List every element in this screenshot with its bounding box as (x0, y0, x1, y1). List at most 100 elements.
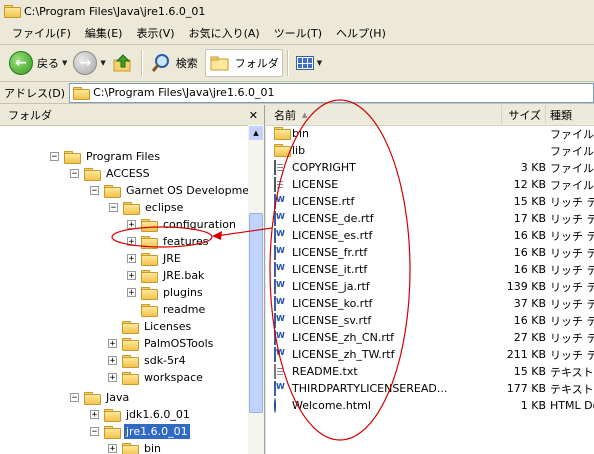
file-row[interactable]: LICENSE 12 KB ファイル (266, 176, 594, 193)
collapse-icon[interactable]: − (90, 427, 99, 437)
expand-icon[interactable]: + (127, 271, 136, 281)
tree-item-features[interactable]: + features (127, 233, 210, 250)
tree-item-readme[interactable]: readme (141, 301, 207, 318)
column-header-name[interactable]: 名前 ▲ (266, 105, 502, 124)
rtf-document-icon (274, 313, 276, 328)
expand-icon[interactable]: + (127, 237, 136, 247)
menu-favorites[interactable]: お気に入り(A) (183, 25, 266, 41)
collapse-icon[interactable]: − (109, 203, 118, 213)
chevron-down-icon[interactable]: ▼ (62, 59, 67, 67)
expand-icon[interactable]: + (108, 339, 117, 349)
file-row[interactable]: LICENSE_it.rtf 16 KB リッチ テキ (266, 261, 594, 278)
tree-item-licenses[interactable]: Licenses (122, 318, 193, 335)
tree-item-program-files[interactable]: − Program Files (50, 148, 162, 165)
collapse-icon[interactable]: − (50, 152, 59, 162)
expand-icon[interactable]: + (108, 373, 117, 383)
file-row[interactable]: LICENSE_zh_CN.rtf 27 KB リッチ テキ (266, 329, 594, 346)
folder-tree-pane: フォルダ ✕ − Program Files − ACCESS − Garnet… (0, 105, 265, 454)
folder-icon (122, 337, 139, 351)
file-row[interactable]: LICENSE_fr.rtf 16 KB リッチ テキ (266, 244, 594, 261)
up-folder-button[interactable] (109, 49, 137, 77)
expand-icon[interactable]: + (127, 288, 136, 298)
column-header-size[interactable]: サイズ (502, 105, 546, 124)
forward-arrow-icon: → (73, 51, 98, 75)
folder-icon (274, 127, 291, 140)
menu-tools[interactable]: ツール(T) (268, 25, 328, 41)
folder-icon (122, 442, 139, 454)
tree-item-eclipse[interactable]: − eclipse (109, 199, 185, 216)
file-row[interactable]: LICENSE_ja.rtf 139 KB リッチ テキ (266, 278, 594, 295)
tree-item-java[interactable]: − Java (70, 389, 131, 406)
address-input[interactable]: C:\Program Files\Java\jre1.6.0_01 (69, 82, 594, 103)
expand-icon[interactable]: + (90, 410, 99, 420)
file-size: 177 KB (506, 382, 546, 395)
folder-icon (84, 391, 101, 405)
menu-edit[interactable]: 編集(E) (79, 25, 129, 41)
file-row[interactable]: LICENSE.rtf 15 KB リッチ テキ (266, 193, 594, 210)
file-row[interactable]: LICENSE_ko.rtf 37 KB リッチ テキ (266, 295, 594, 312)
file-type: リッチ テキ (550, 314, 594, 328)
address-value[interactable]: C:\Program Files\Java\jre1.6.0_01 (93, 86, 274, 99)
tree-item-jdk[interactable]: + jdk1.6.0_01 (90, 406, 192, 423)
tree-item-workspace[interactable]: + workspace (108, 369, 205, 386)
file-size: 12 KB (513, 178, 546, 191)
file-type: ファイル フ (550, 144, 594, 158)
file-row[interactable]: LICENSE_sv.rtf 16 KB リッチ テキ (266, 312, 594, 329)
file-name: Welcome.html (292, 399, 371, 412)
expand-icon[interactable]: + (108, 356, 117, 366)
file-row[interactable]: bin ファイル フ (266, 125, 594, 142)
chevron-down-icon[interactable]: ▼ (317, 59, 322, 67)
tree-item-palmostools[interactable]: + PalmOSTools (108, 335, 215, 352)
column-name-label: 名前 (274, 108, 296, 122)
tree-item-label: eclipse (145, 201, 184, 214)
tree-item-jre[interactable]: + JRE (127, 250, 183, 267)
file-row[interactable]: Welcome.html 1 KB HTML Do (266, 397, 594, 414)
file-name: LICENSE_ja.rtf (292, 280, 370, 293)
column-header-type[interactable]: 種類 (546, 105, 594, 124)
folders-button[interactable]: フォルダ (204, 49, 283, 77)
column-size-label: サイズ (508, 108, 541, 122)
tree-item-access[interactable]: − ACCESS (70, 165, 152, 182)
folder-icon (4, 5, 21, 18)
tree-item-configuration[interactable]: + configuration (127, 216, 238, 233)
toolbar: ← 戻る ▼ → ▼ 検索 フォルダ ▼ (0, 45, 594, 82)
file-row[interactable]: LICENSE_es.rtf 16 KB リッチ テキ (266, 227, 594, 244)
folder-pane-title: フォルダ (8, 109, 52, 122)
menu-file[interactable]: ファイル(F) (6, 25, 77, 41)
file-type: テキストフ (550, 382, 594, 396)
collapse-icon[interactable]: − (90, 186, 99, 196)
menu-view[interactable]: 表示(V) (130, 25, 180, 41)
expand-icon[interactable]: + (127, 220, 136, 230)
column-type-label: 種類 (550, 108, 572, 122)
expand-icon[interactable]: + (127, 254, 136, 264)
scrollbar-thumb[interactable] (249, 213, 263, 413)
tree-item-sdk-5r4[interactable]: + sdk-5r4 (108, 352, 188, 369)
tree-item-plugins[interactable]: + plugins (127, 284, 205, 301)
expand-icon[interactable]: + (108, 444, 117, 454)
file-name: LICENSE.rtf (292, 195, 355, 208)
tree-item-jre-bak[interactable]: + JRE.bak (127, 267, 206, 284)
forward-button[interactable]: → ▼ (70, 49, 108, 77)
chevron-down-icon[interactable]: ▼ (100, 59, 105, 67)
collapse-icon[interactable]: − (70, 169, 79, 179)
file-row[interactable]: THIRDPARTYLICENSEREAD... 177 KB テキストフ (266, 380, 594, 397)
file-row[interactable]: LICENSE_de.rtf 17 KB リッチ テキ (266, 210, 594, 227)
file-row[interactable]: lib ファイル フ (266, 142, 594, 159)
search-button[interactable]: 検索 (147, 49, 201, 77)
tree-item-jre1-6-0-01[interactable]: − jre1.6.0_01 (90, 423, 191, 440)
back-button[interactable]: ← 戻る ▼ (6, 49, 70, 77)
rtf-document-icon (274, 296, 276, 311)
views-button[interactable]: ▼ (293, 49, 325, 77)
file-row[interactable]: COPYRIGHT 3 KB ファイル (266, 159, 594, 176)
file-row[interactable]: LICENSE_zh_TW.rtf 211 KB リッチ テキ (266, 346, 594, 363)
folder-icon (104, 184, 121, 198)
file-row[interactable]: README.txt 15 KB テキストフ (266, 363, 594, 380)
close-icon[interactable]: ✕ (249, 109, 258, 122)
file-size: 139 KB (506, 280, 546, 293)
tree-item-bin[interactable]: + bin (108, 440, 163, 454)
scroll-up-icon[interactable]: ▲ (249, 126, 263, 140)
collapse-icon[interactable]: − (70, 393, 79, 403)
folder-icon (84, 167, 101, 181)
menu-help[interactable]: ヘルプ(H) (330, 25, 392, 41)
tree-item-garnet-os-development[interactable]: − Garnet OS Development (90, 182, 262, 199)
